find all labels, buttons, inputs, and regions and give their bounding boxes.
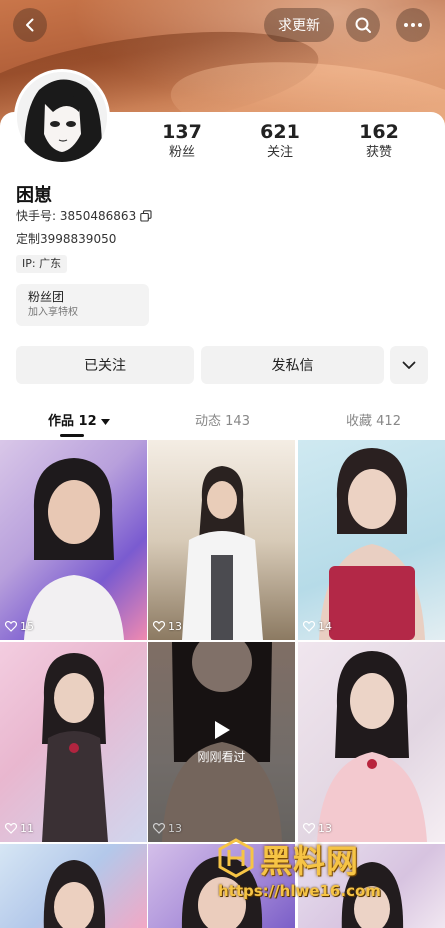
play-icon <box>214 721 230 739</box>
heart-icon <box>303 823 315 834</box>
avatar[interactable] <box>14 69 110 165</box>
watermark: 黑料网 https://hlwe16.com <box>218 836 418 906</box>
request-update-button[interactable]: 求更新 <box>264 8 334 42</box>
stat-following[interactable]: 621 关注 <box>240 120 320 162</box>
tab-moments-count: 143 <box>225 414 250 429</box>
fans-count: 137 <box>162 121 202 143</box>
chevron-down-icon <box>402 361 416 369</box>
stat-likes[interactable]: 162 获赞 <box>339 120 419 162</box>
copy-icon[interactable] <box>140 209 152 222</box>
like-count: 14 <box>303 620 332 633</box>
tab-favorites-count: 412 <box>376 414 401 429</box>
caret-down-icon <box>101 419 111 425</box>
video-thumbnail[interactable] <box>0 844 147 928</box>
heart-icon <box>5 823 17 834</box>
search-icon <box>355 17 371 33</box>
send-message-button[interactable]: 发私信 <box>201 346 384 384</box>
tab-moments-label: 动态 <box>195 414 222 429</box>
watermark-url: https://hlwe16.com <box>218 882 381 900</box>
video-thumbnail[interactable]: 15 <box>0 440 147 640</box>
video-thumbnail[interactable]: 刚刚看过 13 <box>148 642 295 842</box>
fans-club-subtitle: 加入享特权 <box>28 307 78 318</box>
like-count: 11 <box>5 822 34 835</box>
tab-favorites[interactable]: 收藏 412 <box>346 410 401 429</box>
more-icon <box>404 23 422 27</box>
following-count: 621 <box>260 121 300 143</box>
recently-watched-label: 刚刚看过 <box>197 750 246 764</box>
more-options-button[interactable] <box>390 346 428 384</box>
like-count-value: 13 <box>318 822 332 835</box>
content-tabs: 作品 12 动态 143 收藏 412 <box>0 400 445 438</box>
fans-club-card[interactable]: 粉丝团 加入享特权 <box>16 284 149 326</box>
ip-location-badge: IP: 广东 <box>16 255 68 273</box>
fans-club-title: 粉丝团 <box>28 290 65 304</box>
like-count-value: 14 <box>318 620 332 633</box>
heart-icon <box>153 823 165 834</box>
kuaishou-id: 快手号: 3850486863 <box>16 209 137 223</box>
tab-works-count: 12 <box>78 414 97 429</box>
recently-watched-marker: 刚刚看过 <box>148 720 295 765</box>
like-count: 13 <box>153 620 182 633</box>
kuaishou-id-row[interactable]: 快手号: 3850486863 <box>16 207 152 224</box>
heart-icon <box>5 621 17 632</box>
tab-works[interactable]: 作品 12 <box>48 410 111 429</box>
active-tab-indicator <box>60 434 84 437</box>
following-label: 关注 <box>266 145 293 160</box>
like-count-value: 13 <box>168 620 182 633</box>
stat-fans[interactable]: 137 粉丝 <box>142 120 222 162</box>
video-thumbnail[interactable]: 11 <box>0 642 147 842</box>
watermark-title: 黑料网 <box>260 842 360 880</box>
like-count: 15 <box>5 620 34 633</box>
like-count: 13 <box>153 822 182 835</box>
more-button[interactable] <box>396 8 430 42</box>
like-count-value: 11 <box>20 822 34 835</box>
search-button[interactable] <box>346 8 380 42</box>
custom-text: 定制3998839050 <box>16 232 117 246</box>
video-thumbnail[interactable]: 13 <box>298 642 445 842</box>
like-count-value: 15 <box>20 620 34 633</box>
likes-label: 获赞 <box>365 145 392 160</box>
like-count: 13 <box>303 822 332 835</box>
watermark-logo <box>218 838 254 878</box>
tab-moments[interactable]: 动态 143 <box>195 410 250 429</box>
tab-works-label: 作品 <box>48 414 75 429</box>
fans-label: 粉丝 <box>168 145 195 160</box>
heart-icon <box>303 621 315 632</box>
heart-icon <box>153 621 165 632</box>
tab-favorites-label: 收藏 <box>346 414 373 429</box>
back-button[interactable] <box>13 8 47 42</box>
video-thumbnail[interactable]: 14 <box>298 440 445 640</box>
avatar-illustration <box>17 72 107 162</box>
chevron-left-icon <box>26 18 34 32</box>
like-count-value: 13 <box>168 822 182 835</box>
username: 困崽 <box>16 185 52 206</box>
followed-button[interactable]: 已关注 <box>16 346 194 384</box>
likes-count: 162 <box>359 121 399 143</box>
video-thumbnail[interactable]: 13 <box>148 440 295 640</box>
